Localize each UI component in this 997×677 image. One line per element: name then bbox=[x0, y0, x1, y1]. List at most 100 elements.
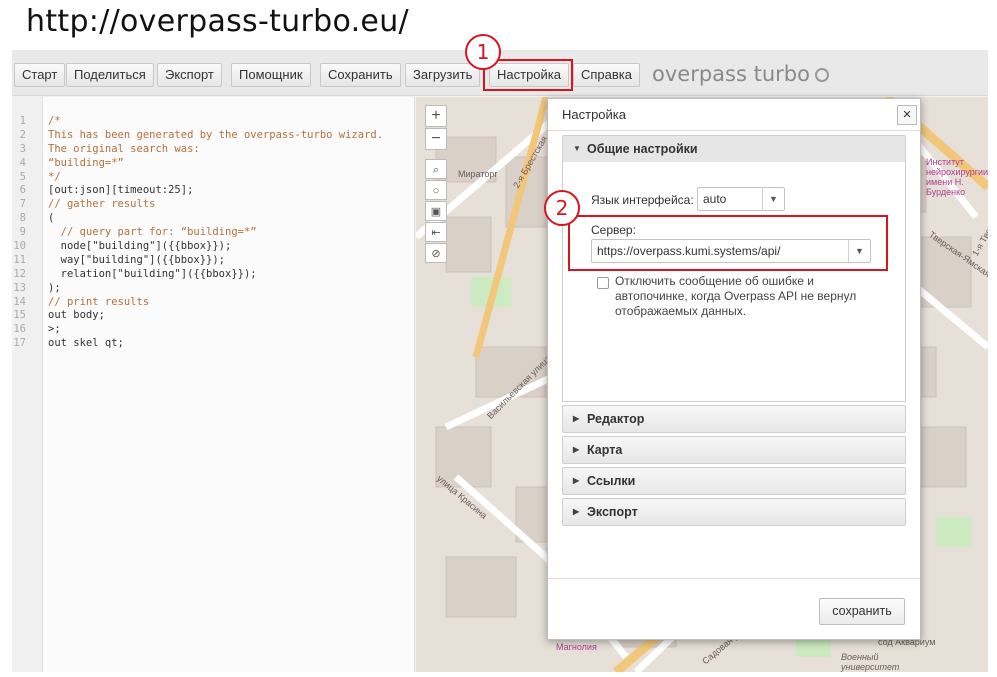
map-label-magnolia: Магнолия bbox=[556, 642, 597, 652]
language-value: auto bbox=[703, 192, 727, 206]
line-number: 3 bbox=[19, 142, 26, 155]
code-line: 8( bbox=[12, 212, 412, 226]
line-number: 14 bbox=[13, 295, 26, 308]
map-label-miratorg: Мираторг bbox=[458, 169, 498, 179]
line-number: 4 bbox=[19, 156, 26, 169]
wizard-button[interactable]: Помощник bbox=[231, 63, 311, 87]
annotation-badge-2: 2 bbox=[544, 190, 580, 226]
code-line: 4 “building=*” bbox=[12, 157, 412, 171]
code-text: out skel qt; bbox=[48, 337, 124, 350]
code-line: 17 out skel qt; bbox=[12, 337, 412, 351]
links-section-label: Ссылки bbox=[587, 474, 636, 488]
code-line: 10 node["building"]({{bbox}}); bbox=[12, 240, 412, 254]
annotation-badge-1: 1 bbox=[465, 34, 501, 70]
code-line: 14 // print results bbox=[12, 296, 412, 310]
disable-error-checkbox[interactable] bbox=[597, 277, 609, 289]
zoom-out-button[interactable]: − bbox=[425, 128, 447, 150]
settings-dialog: Настройка × ▼ Общие настройки Язык интер… bbox=[547, 98, 921, 640]
code-text: // query part for: “building=*” bbox=[48, 226, 257, 239]
line-number: 2 bbox=[19, 128, 26, 141]
save-toolbar-button[interactable]: Сохранить bbox=[320, 63, 401, 87]
start-button[interactable]: Старт bbox=[14, 63, 66, 87]
caret-right-icon: ▶ bbox=[573, 476, 580, 485]
no-icon[interactable]: ⊘ bbox=[425, 243, 447, 263]
line-number: 17 bbox=[13, 337, 26, 350]
image-icon[interactable]: ▣ bbox=[425, 201, 447, 221]
help-button[interactable]: Справка bbox=[573, 63, 640, 87]
code-text: relation["building"]({{bbox}}); bbox=[48, 267, 257, 280]
links-section-header[interactable]: ▶ Ссылки bbox=[562, 467, 906, 495]
language-label: Язык интерфейса: bbox=[591, 193, 694, 207]
line-number: 6 bbox=[19, 184, 26, 197]
code-line: 9 // query part for: “building=*” bbox=[12, 226, 412, 240]
line-number: 12 bbox=[13, 267, 26, 280]
chevron-down-icon: ▼ bbox=[762, 188, 784, 210]
code-editor[interactable]: 1 /* 2 This has been generated by the overp… bbox=[12, 97, 415, 672]
editor-section-header[interactable]: ▶ Редактор bbox=[562, 405, 906, 433]
editor-section-label: Редактор bbox=[587, 412, 645, 426]
app-logo: overpass turbo bbox=[652, 62, 829, 86]
line-number: 16 bbox=[13, 323, 26, 336]
load-button[interactable]: Загрузить bbox=[405, 63, 481, 87]
caret-right-icon: ▶ bbox=[573, 414, 580, 423]
code-line: 15 out body; bbox=[12, 309, 412, 323]
code-area[interactable]: 1 /* 2 This has been generated by the overp… bbox=[12, 115, 412, 351]
code-text: ( bbox=[48, 212, 55, 225]
code-text: This has been generated by the overpass-… bbox=[48, 128, 384, 141]
search-icon[interactable]: ⌕ bbox=[425, 159, 447, 179]
line-number: 11 bbox=[13, 253, 26, 266]
close-button[interactable]: × bbox=[897, 105, 917, 125]
general-settings-label: Общие настройки bbox=[587, 142, 698, 156]
code-text: // gather results bbox=[48, 198, 156, 211]
line-number: 15 bbox=[13, 309, 26, 322]
code-text: ); bbox=[48, 281, 61, 294]
locate-icon[interactable]: ○ bbox=[425, 180, 447, 200]
code-text: /* bbox=[48, 115, 61, 127]
page-url-heading: http://overpass-turbo.eu/ bbox=[26, 4, 409, 39]
map-section-header[interactable]: ▶ Карта bbox=[562, 436, 906, 464]
overpass-turbo-app: Старт Поделиться Экспорт Помощник Сохран… bbox=[12, 50, 988, 672]
caret-right-icon: ▶ bbox=[573, 445, 580, 454]
line-number: 9 bbox=[19, 226, 26, 239]
map-label-military-university: Военный университет Министерства Обороны bbox=[841, 652, 900, 672]
map-label-institute: Институт нейрохирургии имени Н. Бурденко bbox=[926, 157, 988, 197]
line-number: 5 bbox=[19, 170, 26, 183]
code-line: 1 /* bbox=[12, 115, 412, 129]
caret-down-icon: ▼ bbox=[573, 144, 581, 153]
code-line: 5 */ bbox=[12, 171, 412, 185]
general-settings-header[interactable]: ▼ Общие настройки bbox=[562, 135, 906, 163]
code-line: 6 [out:json][timeout:25]; bbox=[12, 184, 412, 198]
export-section-label: Экспорт bbox=[587, 505, 638, 519]
code-line: 11 way["building"]({{bbox}}); bbox=[12, 254, 412, 268]
line-number: 10 bbox=[13, 240, 26, 253]
line-number: 7 bbox=[19, 198, 26, 211]
export-button[interactable]: Экспорт bbox=[157, 63, 222, 87]
code-line: 7 // gather results bbox=[12, 198, 412, 212]
zoom-in-button[interactable]: + bbox=[425, 105, 447, 127]
code-text: node["building"]({{bbox}}); bbox=[48, 240, 232, 253]
code-line: 13); bbox=[12, 282, 412, 296]
code-text: out body; bbox=[48, 309, 105, 322]
save-settings-button[interactable]: сохранить bbox=[819, 598, 905, 625]
disable-error-label: Отключить сообщение об ошибке и автопочи… bbox=[615, 274, 857, 318]
line-number: 1 bbox=[19, 115, 26, 127]
code-text: [out:json][timeout:25]; bbox=[48, 184, 194, 197]
highlight-box-server bbox=[568, 215, 888, 271]
map-section-label: Карта bbox=[587, 443, 623, 457]
code-line: 3 The original search was: bbox=[12, 143, 412, 157]
code-text: “building=*” bbox=[48, 156, 124, 169]
code-text: */ bbox=[48, 170, 61, 183]
language-select[interactable]: auto ▼ bbox=[697, 187, 785, 211]
code-line: 16 >; bbox=[12, 323, 412, 337]
app-name-text: overpass turbo bbox=[652, 62, 810, 86]
code-text: way["building"]({{bbox}}); bbox=[48, 253, 226, 266]
dialog-title: Настройка bbox=[562, 107, 626, 122]
fit-data-icon[interactable]: ⇤ bbox=[425, 222, 447, 242]
code-text: >; bbox=[48, 323, 61, 336]
dialog-header: Настройка × bbox=[548, 99, 920, 131]
export-section-header[interactable]: ▶ Экспорт bbox=[562, 498, 906, 526]
share-button[interactable]: Поделиться bbox=[66, 63, 154, 87]
line-number: 13 bbox=[13, 281, 26, 294]
code-line: 12 relation["building"]({{bbox}}); bbox=[12, 268, 412, 282]
general-settings-panel: Язык интерфейса: auto ▼ Сервер: https://… bbox=[562, 162, 906, 402]
